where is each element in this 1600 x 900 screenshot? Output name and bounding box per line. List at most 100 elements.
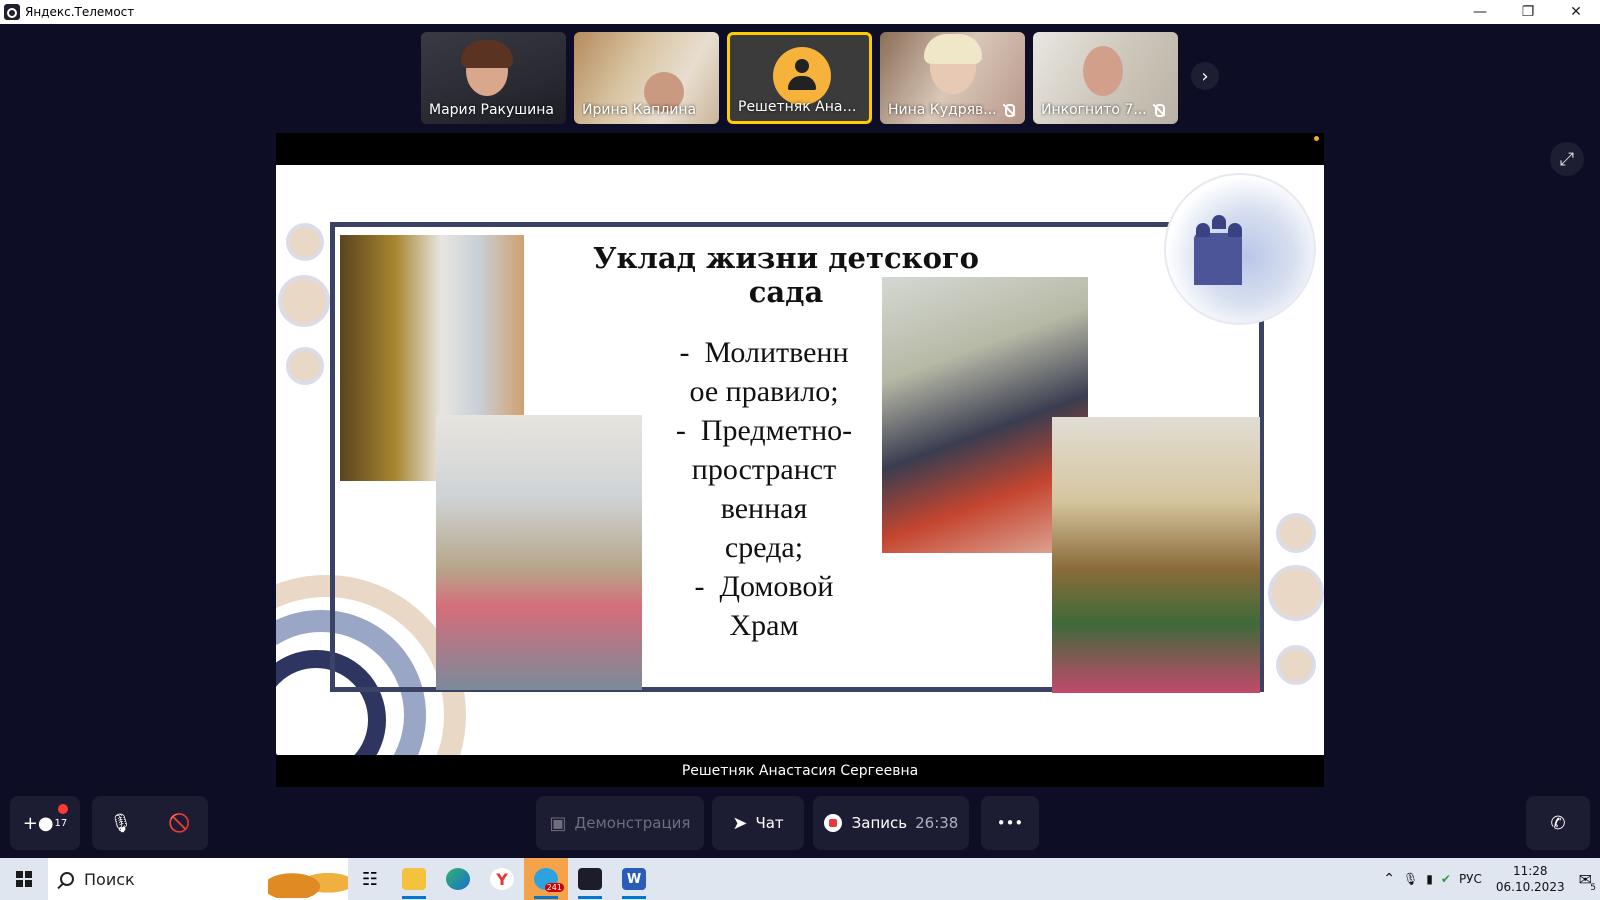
search-highlight-image (268, 860, 348, 898)
edge-icon (446, 868, 470, 890)
church-dome-icon (1196, 223, 1210, 237)
church-logo-icon (1194, 233, 1242, 285)
church-dome-icon (1212, 215, 1226, 229)
slide-bullets: - Молитвенн ое правило; - Предметно- про… (664, 333, 864, 645)
search-icon (60, 872, 74, 886)
task-view-button[interactable]: ☷ (348, 858, 392, 900)
telemost-icon (578, 868, 602, 890)
bullet-line: - Предметно- (675, 414, 853, 447)
bullet-line: - Домовой (694, 570, 834, 603)
add-user-icon: +● (22, 812, 54, 834)
next-participants-button[interactable]: › (1191, 62, 1219, 90)
yandex-icon: Y (490, 868, 514, 890)
fullscreen-button[interactable]: ⤢ (1550, 142, 1584, 176)
decor-circle (1276, 513, 1316, 553)
record-label: Запись (851, 814, 908, 832)
participant-tile[interactable]: Инкогнито 7... (1033, 32, 1178, 124)
bullet-line: ое правило; (689, 375, 839, 408)
telemost-button[interactable] (568, 858, 612, 900)
participant-tile[interactable]: Мария Ракушина (421, 32, 566, 124)
church-dome-icon (1228, 223, 1242, 237)
participant-tile[interactable]: Ирина Каплина (574, 32, 719, 124)
file-explorer-button[interactable] (392, 858, 436, 900)
taskbar-search[interactable]: Поиск (48, 858, 348, 900)
participant-name: Мария Ракушина (429, 102, 554, 118)
participant-name-row: Решетняк Анаст... (738, 99, 863, 115)
clock-time: 11:28 (1512, 864, 1548, 878)
more-button[interactable]: ••• (981, 796, 1039, 850)
notifications-button[interactable]: ✉ 5 (1579, 870, 1596, 893)
send-icon: ➤ (732, 812, 748, 834)
decor-circle (286, 223, 324, 261)
window-title: Яндекс.Телемост (25, 5, 135, 19)
user-avatar-icon (773, 47, 831, 105)
bullet-line: - Молитвенн (679, 336, 849, 369)
participants-button[interactable]: +● 17 (10, 796, 80, 850)
telegram-badge: 241 (544, 883, 564, 892)
minimize-button[interactable]: — (1456, 0, 1504, 24)
screen-share-button[interactable]: ▣ Демонстрация (536, 796, 704, 850)
participant-tile[interactable]: Нина Кудряв... (880, 32, 1025, 124)
screen-share-view[interactable]: Уклад жизни детского сада - Молитвенн ое… (276, 133, 1324, 787)
task-view-icon: ☷ (361, 868, 379, 890)
bullet-line: среда; (724, 531, 804, 564)
telegram-button[interactable]: 241 (524, 858, 568, 900)
hair-image (924, 34, 982, 64)
participant-name-row: Мария Ракушина (429, 102, 560, 118)
call-toolbar: +● 17 🎙 🚫 ▣ Демонстрация ➤ Чат Запись 26… (0, 796, 1600, 852)
word-icon: W (622, 868, 646, 890)
hair-image (461, 40, 513, 68)
participant-name: Инкогнито 7... (1041, 102, 1147, 118)
media-controls: 🎙 🚫 (92, 796, 208, 850)
participant-name: Нина Кудряв... (888, 102, 997, 118)
participant-tile-active[interactable]: Решетняк Анаст... (727, 32, 872, 124)
shield-icon[interactable]: ✔ (1441, 872, 1451, 886)
camera-off-icon[interactable]: 🚫 (168, 813, 190, 834)
clock[interactable]: 11:28 06.10.2023 (1496, 863, 1565, 895)
window-controls: — ❐ ✕ (1456, 0, 1600, 24)
language-indicator[interactable]: РУС (1459, 872, 1482, 886)
participants-strip: Мария Ракушина Ирина Каплина Решетняк Ан… (421, 32, 1178, 124)
end-call-button[interactable]: ✆ (1526, 796, 1590, 850)
participant-name: Ирина Каплина (582, 102, 697, 118)
screen-share-icon: ▣ (549, 812, 567, 834)
microphone-icon[interactable]: 🎙 (109, 813, 132, 834)
presentation-slide: Уклад жизни детского сада - Молитвенн ое… (276, 165, 1324, 755)
presenter-name: Решетняк Анастасия Сергеевна (681, 763, 919, 779)
start-button[interactable] (0, 858, 48, 900)
folder-icon (402, 868, 426, 890)
windows-logo-icon (16, 871, 32, 887)
window-title-bar: Яндекс.Телемост — ❐ ✕ (0, 0, 1600, 24)
participant-name: Решетняк Анаст... (738, 99, 863, 115)
chevron-up-icon[interactable]: ⌃ (1383, 871, 1395, 887)
edge-button[interactable] (436, 858, 480, 900)
restore-button[interactable]: ❐ (1504, 0, 1552, 24)
participant-name-row: Инкогнито 7... (1041, 102, 1172, 118)
yandex-browser-button[interactable]: Y (480, 858, 524, 900)
bullet-line: венная (720, 492, 808, 525)
participants-count: 17 (54, 817, 68, 829)
expand-icon: ⤢ (1559, 148, 1575, 170)
system-tray: ⌃ 🎙 ▮ ✔ РУС 11:28 06.10.2023 ✉ 5 (1383, 858, 1600, 900)
slide-title: Уклад жизни детского сада (592, 241, 980, 309)
telemost-app-icon (4, 4, 20, 20)
decor-circle (278, 275, 330, 327)
record-icon (823, 814, 842, 832)
mic-muted-icon (1151, 103, 1165, 117)
close-button[interactable]: ✕ (1552, 0, 1600, 24)
bullet-line: пространст (691, 453, 837, 486)
word-button[interactable]: W (612, 858, 656, 900)
clock-date: 06.10.2023 (1495, 880, 1565, 894)
search-label: Поиск (84, 869, 135, 889)
mic-muted-icon (1001, 103, 1015, 117)
notifications-count: 5 (1590, 882, 1596, 893)
record-button[interactable]: Запись 26:38 (813, 796, 969, 850)
microphone-tray-icon[interactable]: 🎙 (1403, 872, 1418, 886)
participant-name-row: Ирина Каплина (582, 102, 713, 118)
slide-photo-classroom (436, 415, 642, 690)
battery-icon[interactable]: ▮ (1426, 872, 1433, 886)
more-icon: ••• (996, 814, 1024, 832)
chat-button[interactable]: ➤ Чат (712, 796, 804, 850)
windows-taskbar: Поиск ☷ Y 241 W ⌃ 🎙 ▮ ✔ РУС 11:28 06.10.… (0, 858, 1600, 900)
face-image (1083, 46, 1123, 96)
